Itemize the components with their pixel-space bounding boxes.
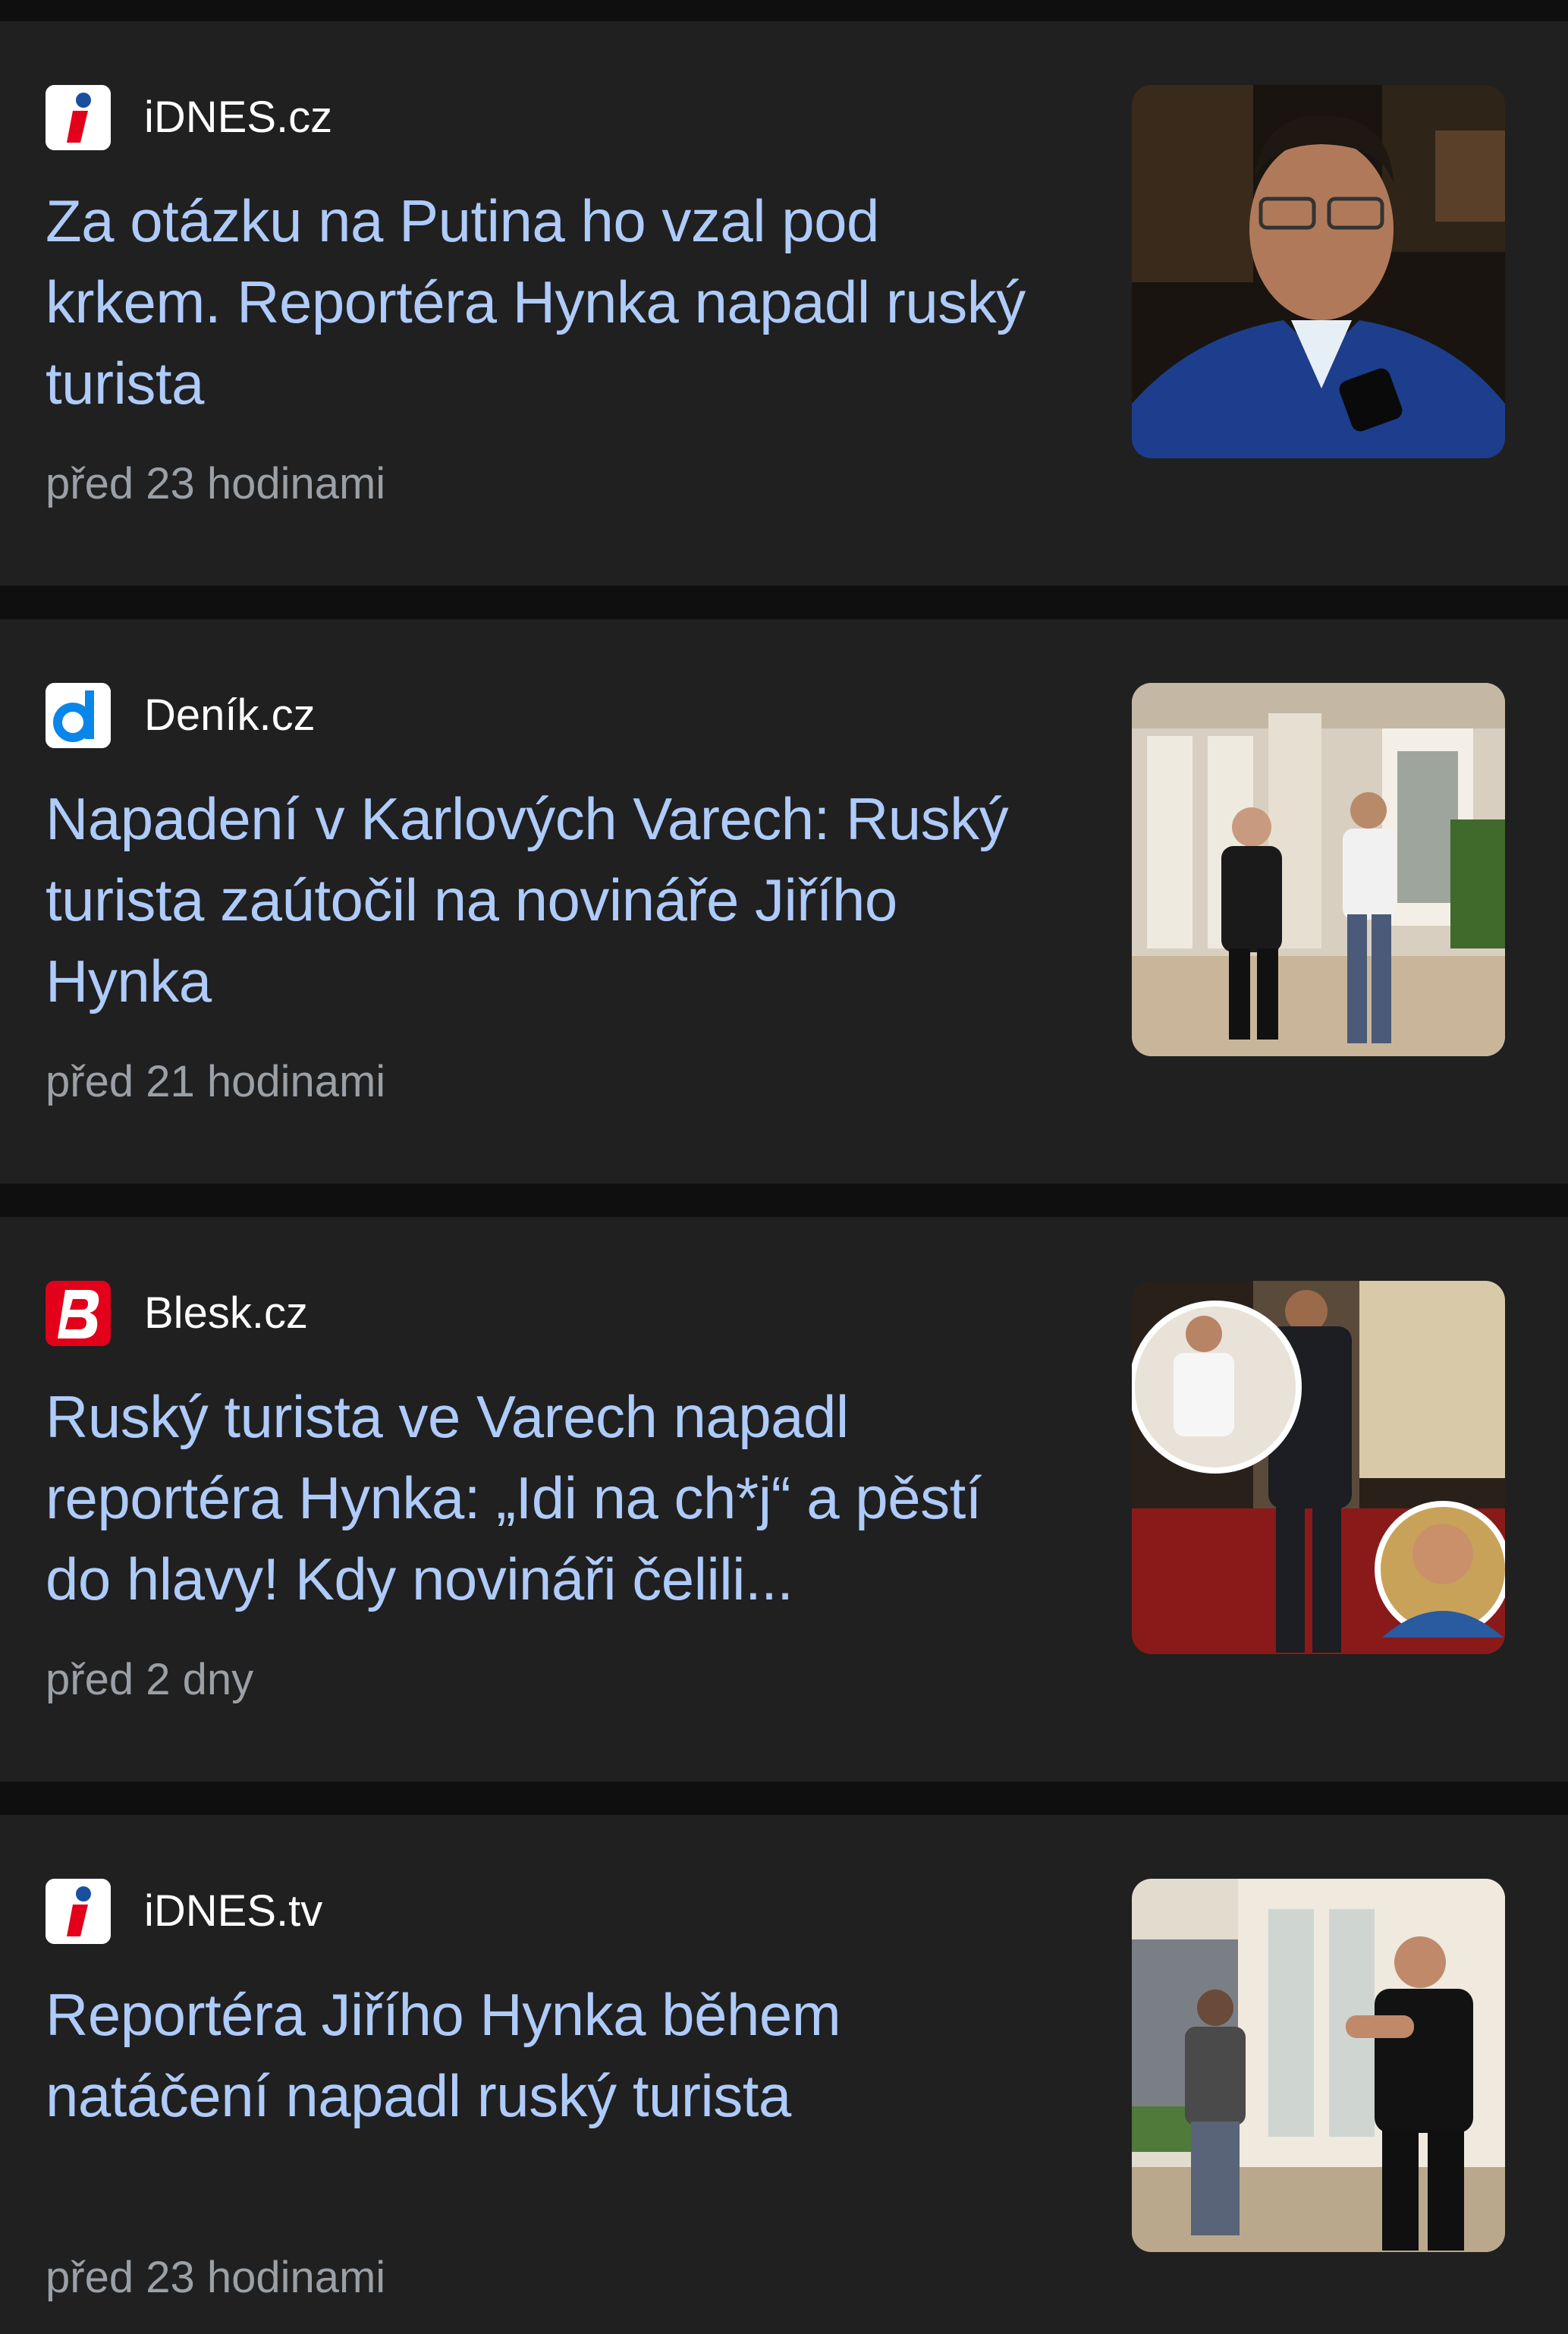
- blesk-favicon-icon: [46, 1281, 111, 1346]
- article-source: Blesk.cz: [46, 1281, 308, 1346]
- idnes-favicon-icon: [46, 85, 111, 150]
- article-timestamp: před 21 hodinami: [46, 1057, 386, 1106]
- article-source: iDNES.tv: [46, 1879, 322, 1944]
- article-card[interactable]: iDNES.cz Za otázku na Putina ho vzal pod…: [0, 21, 1568, 586]
- source-name: iDNES.tv: [144, 1886, 323, 1936]
- article-thumbnail[interactable]: [1132, 1879, 1505, 2252]
- article-card[interactable]: Blesk.cz Ruský turista ve Varech napadl …: [0, 1217, 1568, 1782]
- source-name: iDNES.cz: [144, 93, 333, 142]
- article-timestamp: před 2 dny: [46, 1655, 254, 1704]
- source-name: Blesk.cz: [144, 1288, 308, 1338]
- source-name: Deník.cz: [144, 690, 316, 740]
- article-source: Deník.cz: [46, 683, 316, 748]
- article-headline[interactable]: Ruský turista ve Varech napadl reportéra…: [46, 1376, 1062, 1620]
- article-source: iDNES.cz: [46, 85, 332, 150]
- article-thumbnail[interactable]: [1132, 85, 1505, 458]
- article-headline[interactable]: Za otázku na Putina ho vzal pod krkem. R…: [46, 181, 1062, 424]
- article-thumbnail[interactable]: [1132, 1281, 1505, 1654]
- article-headline[interactable]: Napadení v Karlových Varech: Ruský turis…: [46, 779, 1062, 1022]
- idnes-favicon-icon: [46, 1879, 111, 1944]
- article-timestamp: před 23 hodinami: [46, 2253, 386, 2302]
- news-feed: iDNES.cz Za otázku na Putina ho vzal pod…: [0, 0, 1568, 2334]
- denik-favicon-icon: [46, 683, 111, 748]
- article-card[interactable]: iDNES.tv Reportéra Jiřího Hynka během na…: [0, 1815, 1568, 2334]
- article-headline[interactable]: Reportéra Jiřího Hynka během natáčení na…: [46, 1974, 1062, 2137]
- article-thumbnail[interactable]: [1132, 683, 1505, 1056]
- article-timestamp: před 23 hodinami: [46, 459, 386, 508]
- article-card[interactable]: Deník.cz Napadení v Karlových Varech: Ru…: [0, 619, 1568, 1184]
